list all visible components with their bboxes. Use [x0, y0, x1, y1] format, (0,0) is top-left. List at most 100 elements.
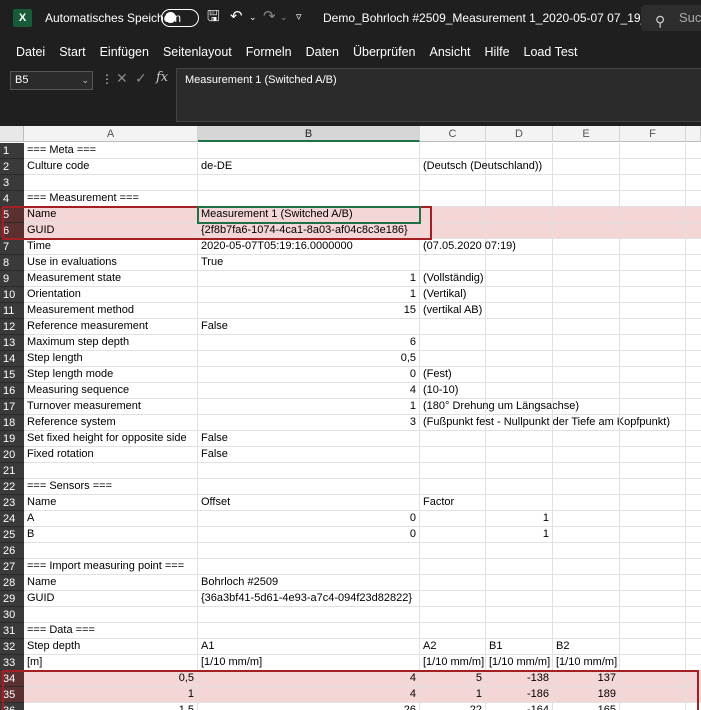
- cell-c20[interactable]: [420, 447, 486, 463]
- cell-b32[interactable]: A1: [198, 639, 420, 655]
- cell-f24[interactable]: [620, 511, 686, 527]
- cell-e13[interactable]: [553, 335, 620, 351]
- cell-d2[interactable]: [486, 159, 553, 175]
- cell-d30[interactable]: [486, 607, 553, 623]
- cell-a4[interactable]: === Measurement ===: [24, 191, 198, 207]
- cell-c21[interactable]: [420, 463, 486, 479]
- cell-a8[interactable]: Use in evaluations: [24, 255, 198, 271]
- cell-f13[interactable]: [620, 335, 686, 351]
- cell-d27[interactable]: [486, 559, 553, 575]
- cell-b14[interactable]: 0,5: [198, 351, 420, 367]
- cell-f11[interactable]: [620, 303, 686, 319]
- cell-a11[interactable]: Measurement method: [24, 303, 198, 319]
- cell-f1[interactable]: [620, 143, 686, 159]
- row-header-16[interactable]: 16: [0, 383, 24, 399]
- cell-e36[interactable]: 165: [553, 703, 620, 710]
- cell-b5[interactable]: Measurement 1 (Switched A/B): [198, 207, 420, 223]
- cell-b18[interactable]: 3: [198, 415, 420, 431]
- cell-a22[interactable]: === Sensors ===: [24, 479, 198, 495]
- cell-f33[interactable]: [620, 655, 686, 671]
- cell-f35[interactable]: [620, 687, 686, 703]
- cell-a1[interactable]: === Meta ===: [24, 143, 198, 159]
- cell-e7[interactable]: [553, 239, 620, 255]
- menu-formeln[interactable]: Formeln: [246, 45, 292, 59]
- cell-e5[interactable]: [553, 207, 620, 223]
- cell-a14[interactable]: Step length: [24, 351, 198, 367]
- redo-dropdown-icon[interactable]: ⌄: [280, 8, 288, 26]
- cell-f12[interactable]: [620, 319, 686, 335]
- cell-f18[interactable]: [620, 415, 686, 431]
- row-header-15[interactable]: 15: [0, 367, 24, 383]
- cell-e1[interactable]: [553, 143, 620, 159]
- row-header-25[interactable]: 25: [0, 527, 24, 543]
- row-header-5[interactable]: 5: [0, 207, 24, 223]
- cell-d32[interactable]: B1: [486, 639, 553, 655]
- cell-c12[interactable]: [420, 319, 486, 335]
- cell-b36[interactable]: 26: [198, 703, 420, 710]
- cell-e23[interactable]: [553, 495, 620, 511]
- cell-a15[interactable]: Step length mode: [24, 367, 198, 383]
- cell-d11[interactable]: [486, 303, 553, 319]
- row-header-36[interactable]: 36: [0, 703, 24, 710]
- select-all-corner[interactable]: [0, 126, 24, 142]
- cell-c4[interactable]: [420, 191, 486, 207]
- column-header-c[interactable]: C: [420, 126, 486, 142]
- cell-c11[interactable]: (vertikal AB): [420, 303, 486, 319]
- cell-d21[interactable]: [486, 463, 553, 479]
- row-header-30[interactable]: 30: [0, 607, 24, 623]
- row-header-4[interactable]: 4: [0, 191, 24, 207]
- cell-d14[interactable]: [486, 351, 553, 367]
- enter-icon[interactable]: ✓: [135, 70, 147, 87]
- cell-d26[interactable]: [486, 543, 553, 559]
- cell-d16[interactable]: [486, 383, 553, 399]
- menu-einfuegen[interactable]: Einfügen: [100, 45, 149, 59]
- cell-d6[interactable]: [486, 223, 553, 239]
- cell-d17[interactable]: [486, 399, 553, 415]
- cell-c5[interactable]: [420, 207, 486, 223]
- row-header-24[interactable]: 24: [0, 511, 24, 527]
- cell-e3[interactable]: [553, 175, 620, 191]
- row-header-29[interactable]: 29: [0, 591, 24, 607]
- row-header-12[interactable]: 12: [0, 319, 24, 335]
- cell-e15[interactable]: [553, 367, 620, 383]
- cell-e10[interactable]: [553, 287, 620, 303]
- row-header-20[interactable]: 20: [0, 447, 24, 463]
- cell-d12[interactable]: [486, 319, 553, 335]
- cell-f32[interactable]: [620, 639, 686, 655]
- cell-f36[interactable]: [620, 703, 686, 710]
- cell-b35[interactable]: 4: [198, 687, 420, 703]
- cell-f10[interactable]: [620, 287, 686, 303]
- row-header-1[interactable]: 1: [0, 143, 24, 159]
- cell-b11[interactable]: 15: [198, 303, 420, 319]
- cell-a23[interactable]: Name: [24, 495, 198, 511]
- cell-e26[interactable]: [553, 543, 620, 559]
- cell-f8[interactable]: [620, 255, 686, 271]
- customize-toolbar-icon[interactable]: ▿: [296, 8, 302, 26]
- cell-f34[interactable]: [620, 671, 686, 687]
- cell-a26[interactable]: [24, 543, 198, 559]
- cell-a9[interactable]: Measurement state: [24, 271, 198, 287]
- cell-c16[interactable]: (10-10): [420, 383, 486, 399]
- cell-e22[interactable]: [553, 479, 620, 495]
- row-header-21[interactable]: 21: [0, 463, 24, 479]
- cell-f17[interactable]: [620, 399, 686, 415]
- row-header-11[interactable]: 11: [0, 303, 24, 319]
- cell-e27[interactable]: [553, 559, 620, 575]
- cell-f31[interactable]: [620, 623, 686, 639]
- menu-seitenlayout[interactable]: Seitenlayout: [163, 45, 232, 59]
- cell-c23[interactable]: Factor: [420, 495, 486, 511]
- cell-b28[interactable]: Bohrloch #2509: [198, 575, 420, 591]
- cell-b20[interactable]: False: [198, 447, 420, 463]
- cell-e6[interactable]: [553, 223, 620, 239]
- cell-c8[interactable]: [420, 255, 486, 271]
- column-header-a[interactable]: A: [24, 126, 198, 142]
- cell-b19[interactable]: False: [198, 431, 420, 447]
- row-header-23[interactable]: 23: [0, 495, 24, 511]
- cell-a7[interactable]: Time: [24, 239, 198, 255]
- cell-e11[interactable]: [553, 303, 620, 319]
- menu-daten[interactable]: Daten: [306, 45, 339, 59]
- cell-d35[interactable]: -186: [486, 687, 553, 703]
- cell-e35[interactable]: 189: [553, 687, 620, 703]
- row-header-31[interactable]: 31: [0, 623, 24, 639]
- cell-e14[interactable]: [553, 351, 620, 367]
